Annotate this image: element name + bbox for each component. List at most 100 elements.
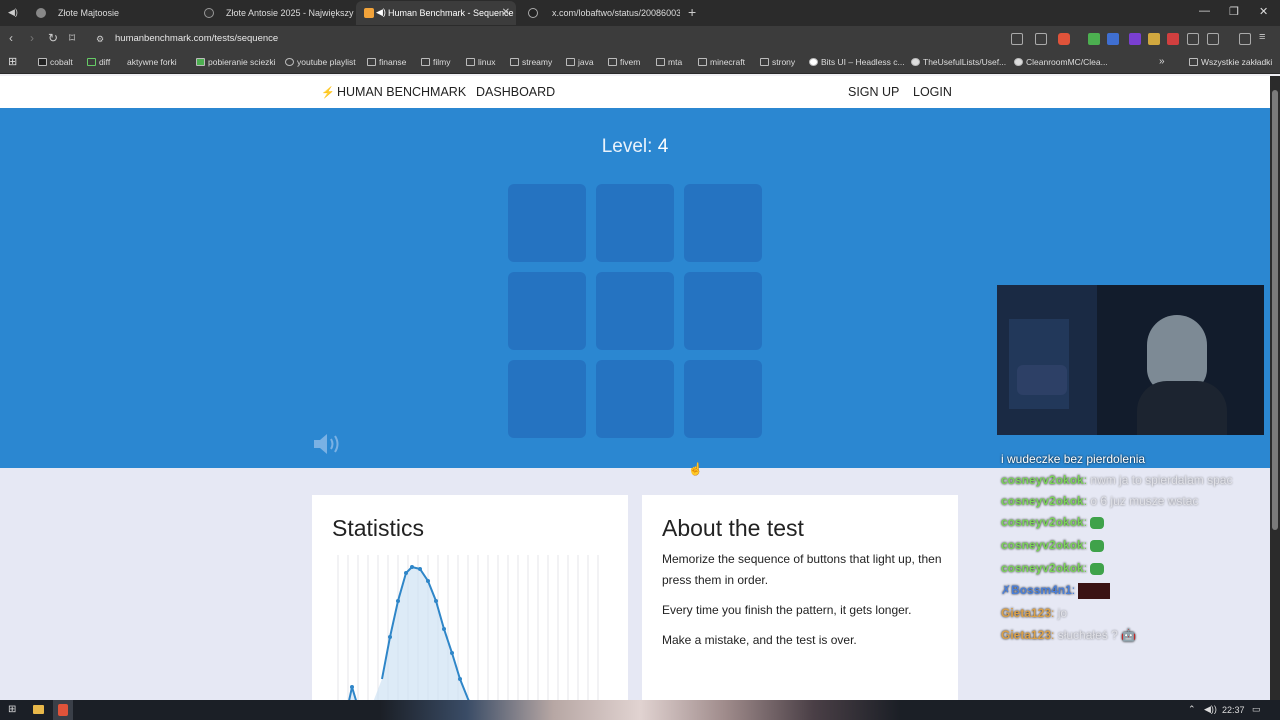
volume-icon[interactable]: ◀))	[1204, 704, 1217, 715]
more-bookmarks-icon[interactable]: »	[1159, 56, 1165, 67]
lightning-icon: ⚡	[321, 87, 335, 99]
statistics-chart	[337, 555, 599, 700]
back-icon[interactable]: ‹	[9, 31, 13, 45]
extension-icon[interactable]	[1129, 33, 1141, 45]
login-link[interactable]: LOGIN	[913, 85, 952, 99]
bookmark-strony[interactable]: strony	[760, 57, 795, 67]
bookmark-youtube-playlist[interactable]: youtube playlist	[285, 57, 356, 67]
translate-icon[interactable]	[1011, 33, 1023, 45]
tab-human-benchmark[interactable]: ◀) Human Benchmark - Sequence ✕	[356, 1, 516, 25]
x-logo-icon	[204, 8, 214, 18]
new-tab-button[interactable]: +	[688, 4, 696, 20]
bookmark-cobalt[interactable]: cobalt	[38, 57, 73, 67]
bookmark-pobieranie[interactable]: pobieranie sciezki	[196, 57, 276, 67]
bookmark-streamy[interactable]: streamy	[510, 57, 552, 67]
chat-message: Gieta123: jo	[1001, 606, 1068, 620]
sequence-tile[interactable]	[596, 272, 674, 350]
bookmark-mta[interactable]: mta	[656, 57, 682, 67]
sequence-tile[interactable]	[596, 184, 674, 262]
bookmarks-bar: ⊞ cobalt diff aktywne forki pobieranie s…	[0, 52, 1280, 74]
notifications-icon[interactable]: ▭	[1252, 704, 1261, 715]
windows-start-icon[interactable]: ⊞	[8, 704, 16, 715]
tab-zlote-antosie[interactable]: Złote Antosie 2025 - Największy Pleb...	[192, 1, 354, 25]
bookmark-label: linux	[478, 57, 496, 67]
reload-icon[interactable]: ↻	[48, 31, 58, 45]
bookmark-cleanroommc[interactable]: CleanroomMC/Clea...	[1014, 57, 1108, 67]
download-icon	[196, 58, 205, 66]
bookmark-icon[interactable]: ⌑	[69, 31, 75, 45]
bookmark-linux[interactable]: linux	[466, 57, 495, 67]
share-icon[interactable]	[1035, 33, 1047, 45]
tab-label: Human Benchmark - Sequence	[388, 8, 514, 18]
sequence-tile[interactable]	[684, 360, 762, 438]
scrollbar-thumb[interactable]	[1272, 90, 1278, 530]
extension-icon[interactable]	[1107, 33, 1119, 45]
page-scrollbar[interactable]	[1270, 76, 1280, 700]
folder-icon	[698, 58, 707, 66]
chat-text: nwm ja to spierdalam spac	[1090, 473, 1233, 487]
bookmark-label: CleanroomMC/Clea...	[1026, 57, 1108, 67]
human-benchmark-icon	[364, 8, 374, 18]
bookmark-java[interactable]: java	[566, 57, 594, 67]
close-tab-icon[interactable]: ✕	[502, 7, 510, 18]
bookmark-bits-ui[interactable]: Bits UI – Headless c...	[809, 57, 905, 67]
chat-text: i wudeczke bez pierdolenia	[1001, 452, 1146, 466]
bookmark-finanse[interactable]: finanse	[367, 57, 406, 67]
bookmark-theusefullists[interactable]: TheUsefulLists/Usef...	[911, 57, 1006, 67]
extension-icon[interactable]	[1167, 33, 1179, 45]
menu-icon[interactable]: ≡	[1259, 31, 1265, 43]
tab-zlote-majtoosie[interactable]: Złote Majtoosie	[24, 1, 192, 25]
chat-user: Gieta123	[1001, 606, 1052, 620]
bookmark-label: Wszystkie zakładki	[1201, 57, 1273, 67]
restore-icon[interactable]: ❐	[1229, 5, 1239, 18]
bookmark-diff[interactable]: diff	[87, 57, 110, 67]
chat-user: Gieta123	[1001, 628, 1052, 642]
sound-toggle-icon[interactable]	[312, 432, 342, 456]
bookmark-filmy[interactable]: filmy	[421, 57, 450, 67]
all-bookmarks-folder[interactable]: Wszystkie zakładki	[1189, 57, 1272, 67]
signup-link[interactable]: SIGN UP	[848, 85, 899, 99]
emote-icon	[1090, 516, 1105, 529]
chat-user: Bossm4n1	[1011, 583, 1072, 598]
sequence-tile[interactable]	[684, 184, 762, 262]
chat-text: o 6 juz musze wstac	[1090, 494, 1199, 508]
tab-x-status[interactable]: x.com/lobaftwo/status/20086003005...	[518, 1, 680, 25]
media-icon[interactable]	[1239, 33, 1251, 45]
brave-shield-icon[interactable]	[1058, 33, 1070, 45]
sidebar-icon[interactable]	[1207, 33, 1219, 45]
url-field[interactable]: humanbenchmark.com/tests/sequence	[115, 33, 278, 44]
dashboard-link[interactable]: DASHBOARD	[476, 85, 555, 99]
sequence-tile[interactable]	[508, 184, 586, 262]
sequence-tile[interactable]	[508, 360, 586, 438]
file-explorer-icon[interactable]	[33, 705, 44, 714]
extension-icon[interactable]	[1088, 33, 1100, 45]
bookmark-label: minecraft	[710, 57, 745, 67]
extension-icon[interactable]	[1148, 33, 1160, 45]
brave-taskbar-button[interactable]	[53, 700, 73, 720]
bookmark-label: streamy	[522, 57, 553, 67]
tray-chevron-icon[interactable]: ⌃	[1188, 704, 1196, 715]
extensions-puzzle-icon[interactable]	[1187, 33, 1199, 45]
bookmark-minecraft[interactable]: minecraft	[698, 57, 745, 67]
emote-image	[1078, 583, 1111, 599]
tab-audio-icon[interactable]: ◀)	[376, 7, 386, 18]
level-label: Level:	[601, 136, 653, 157]
speaker-icon[interactable]: ◀)	[8, 7, 18, 18]
clock[interactable]: 22:37	[1222, 705, 1245, 715]
chat-message: i wudeczke bez pierdolenia	[1001, 452, 1145, 466]
bookmark-fivem[interactable]: fivem	[608, 57, 640, 67]
apps-grid-icon[interactable]: ⊞	[8, 55, 17, 68]
chat-message: ✗Bossm4n1:	[1001, 583, 1111, 599]
site-info-icon[interactable]: ⚙	[96, 34, 104, 45]
chat-message: cosneyv2okok:	[1001, 538, 1105, 552]
folder-icon	[421, 58, 430, 66]
close-window-icon[interactable]: ✕	[1259, 5, 1268, 18]
sequence-tile[interactable]	[684, 272, 762, 350]
brand-link[interactable]: HUMAN BENCHMARK	[337, 85, 466, 99]
sequence-tile[interactable]	[596, 360, 674, 438]
minimize-icon[interactable]: —	[1199, 5, 1210, 17]
sequence-tile[interactable]	[508, 272, 586, 350]
forward-icon[interactable]: ›	[30, 31, 34, 45]
hand-cursor-icon: ☝	[688, 462, 703, 476]
bookmark-aktywne-forki[interactable]: aktywne forki	[127, 57, 177, 67]
